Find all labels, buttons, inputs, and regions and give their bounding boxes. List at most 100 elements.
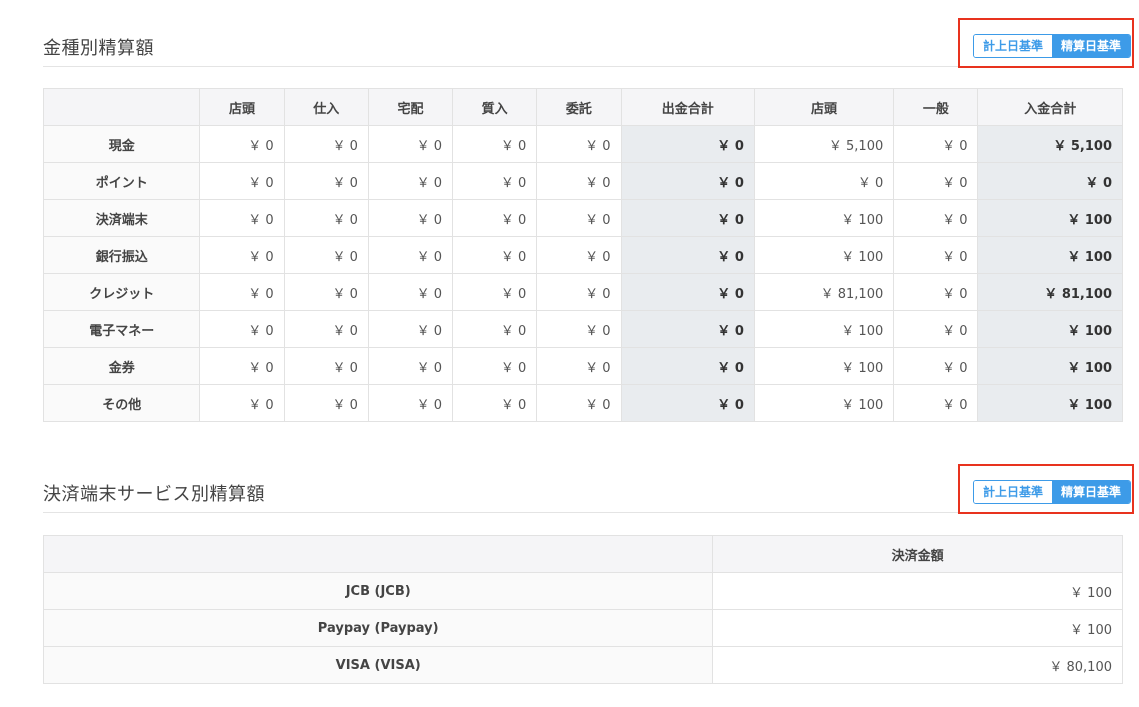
table-cell: ￥ 0 — [452, 199, 538, 237]
section-header: 金種別精算額 計上日基準 精算日基準 — [43, 0, 1134, 68]
recorded-date-basis-button[interactable]: 計上日基準 — [974, 35, 1053, 57]
table-cell: ￥ 100 — [753, 310, 895, 348]
row-label: JCB (JCB) — [42, 572, 714, 610]
table-cell: ￥ 0 — [199, 125, 285, 163]
table-cell: ￥ 100 — [753, 384, 895, 422]
deposit-total-cell: ￥ 100 — [977, 347, 1123, 385]
table-cell: ￥ 0 — [367, 273, 454, 311]
deposit-total-cell: ￥ 100 — [977, 199, 1123, 237]
row-label: 電子マネー — [42, 310, 201, 348]
withdrawal-total-cell: ￥ 0 — [620, 310, 755, 348]
table-cell: ￥ 0 — [283, 384, 369, 422]
deposit-total-cell: ￥ 81,100 — [977, 273, 1123, 311]
table-cell: ￥ 0 — [536, 347, 622, 385]
table-cell: ￥ 81,100 — [753, 273, 895, 311]
table-cell: ￥ 0 — [536, 310, 622, 348]
table-cell: ￥ 0 — [199, 384, 285, 422]
table-cell: ￥ 0 — [199, 199, 285, 237]
settlement-date-basis-button[interactable]: 精算日基準 — [1052, 35, 1131, 57]
table-cell: ￥ 0 — [753, 162, 895, 200]
table-cell: ￥ 0 — [367, 347, 454, 385]
section-title: 金種別精算額 — [43, 38, 154, 59]
row-label: VISA (VISA) — [42, 646, 714, 684]
table-row: その他 ￥ 0 ￥ 0 ￥ 0 ￥ 0 ￥ 0 ￥ 0 ￥ 100 ￥ 0 ￥ … — [42, 384, 1123, 422]
table-header-row: 決済金額 — [42, 535, 1123, 573]
table-cell: ￥ 0 — [367, 384, 454, 422]
table-cell: ￥ 0 — [452, 236, 538, 274]
column-header: 入金合計 — [977, 88, 1123, 126]
table-cell: ￥ 0 — [283, 162, 369, 200]
deposit-total-cell: ￥ 100 — [977, 384, 1123, 422]
column-header: 宅配 — [367, 88, 454, 126]
column-header — [42, 88, 201, 126]
table-cell: ￥ 5,100 — [753, 125, 895, 163]
deposit-total-cell: ￥ 100 — [977, 310, 1123, 348]
table-cell: ￥ 0 — [536, 384, 622, 422]
withdrawal-total-cell: ￥ 0 — [620, 273, 755, 311]
table-cell: ￥ 80,100 — [712, 646, 1123, 684]
withdrawal-total-cell: ￥ 0 — [620, 384, 755, 422]
table-cell: ￥ 0 — [367, 199, 454, 237]
table-cell: ￥ 0 — [536, 125, 622, 163]
section-header: 決済端末サービス別精算額 計上日基準 精算日基準 — [43, 446, 1134, 514]
withdrawal-total-cell: ￥ 0 — [620, 125, 755, 163]
table-row: クレジット ￥ 0 ￥ 0 ￥ 0 ￥ 0 ￥ 0 ￥ 0 ￥ 81,100 ￥… — [42, 273, 1123, 311]
table-cell: ￥ 100 — [712, 572, 1123, 610]
table-cell: ￥ 0 — [283, 236, 369, 274]
settlement-date-basis-button[interactable]: 精算日基準 — [1052, 481, 1131, 503]
table-cell: ￥ 0 — [199, 236, 285, 274]
table-cell: ￥ 0 — [893, 310, 979, 348]
deposit-total-cell: ￥ 100 — [977, 236, 1123, 274]
highlight-box: 計上日基準 精算日基準 — [958, 464, 1134, 514]
table-cell: ￥ 0 — [199, 347, 285, 385]
table-cell: ￥ 0 — [536, 273, 622, 311]
table-cell: ￥ 0 — [199, 273, 285, 311]
table-cell: ￥ 0 — [367, 236, 454, 274]
table-row: JCB (JCB) ￥ 100 — [42, 572, 1123, 610]
column-header — [42, 535, 714, 573]
table-header-row: 店頭 仕入 宅配 質入 委託 出金合計 店頭 一般 入金合計 — [42, 88, 1123, 126]
column-header: 決済金額 — [712, 535, 1123, 573]
table-row: 現金 ￥ 0 ￥ 0 ￥ 0 ￥ 0 ￥ 0 ￥ 0 ￥ 5,100 ￥ 0 ￥… — [42, 125, 1123, 163]
table-cell: ￥ 0 — [536, 199, 622, 237]
table-cell: ￥ 0 — [452, 310, 538, 348]
row-label: 金券 — [42, 347, 201, 385]
row-label: 決済端末 — [42, 199, 201, 237]
table-row: VISA (VISA) ￥ 80,100 — [42, 646, 1123, 684]
payment-terminal-service-section: 決済端末サービス別精算額 計上日基準 精算日基準 決済金額 JCB (JCB) … — [42, 446, 1134, 684]
table-row: 銀行振込 ￥ 0 ￥ 0 ￥ 0 ￥ 0 ￥ 0 ￥ 0 ￥ 100 ￥ 0 ￥… — [42, 236, 1123, 274]
table-cell: ￥ 0 — [283, 273, 369, 311]
table-row: 決済端末 ￥ 0 ￥ 0 ￥ 0 ￥ 0 ￥ 0 ￥ 0 ￥ 100 ￥ 0 ￥… — [42, 199, 1123, 237]
table-cell: ￥ 0 — [199, 310, 285, 348]
recorded-date-basis-button[interactable]: 計上日基準 — [974, 481, 1053, 503]
column-header: 委託 — [536, 88, 622, 126]
table-cell: ￥ 0 — [283, 347, 369, 385]
table-cell: ￥ 0 — [893, 384, 979, 422]
date-basis-toggle: 計上日基準 精算日基準 — [973, 34, 1132, 58]
highlight-box: 計上日基準 精算日基準 — [958, 18, 1134, 68]
table-cell: ￥ 0 — [452, 125, 538, 163]
table-row: Paypay (Paypay) ￥ 100 — [42, 609, 1123, 647]
column-header: 質入 — [452, 88, 538, 126]
table-cell: ￥ 0 — [283, 310, 369, 348]
table-row: 金券 ￥ 0 ￥ 0 ￥ 0 ￥ 0 ￥ 0 ￥ 0 ￥ 100 ￥ 0 ￥ 1… — [42, 347, 1123, 385]
withdrawal-total-cell: ￥ 0 — [620, 162, 755, 200]
payment-service-table: 決済金額 JCB (JCB) ￥ 100 Paypay (Paypay) ￥ 1… — [42, 535, 1123, 684]
table-cell: ￥ 0 — [536, 236, 622, 274]
table-row: ポイント ￥ 0 ￥ 0 ￥ 0 ￥ 0 ￥ 0 ￥ 0 ￥ 0 ￥ 0 ￥ 0 — [42, 162, 1123, 200]
row-label: 現金 — [42, 125, 201, 163]
denomination-table: 店頭 仕入 宅配 質入 委託 出金合計 店頭 一般 入金合計 現金 ￥ 0 ￥ … — [42, 88, 1123, 422]
table-cell: ￥ 0 — [452, 273, 538, 311]
table-cell: ￥ 100 — [753, 199, 895, 237]
deposit-total-cell: ￥ 0 — [977, 162, 1123, 200]
table-cell: ￥ 0 — [536, 162, 622, 200]
table-cell: ￥ 0 — [199, 162, 285, 200]
table-cell: ￥ 100 — [712, 609, 1123, 647]
denomination-settlement-section: 金種別精算額 計上日基準 精算日基準 店頭 仕入 宅配 質入 委託 出金合計 店… — [42, 0, 1134, 422]
table-cell: ￥ 0 — [452, 347, 538, 385]
deposit-total-cell: ￥ 5,100 — [977, 125, 1123, 163]
column-header: 仕入 — [283, 88, 369, 126]
table-cell: ￥ 0 — [367, 310, 454, 348]
column-header: 一般 — [893, 88, 979, 126]
row-label: 銀行振込 — [42, 236, 201, 274]
